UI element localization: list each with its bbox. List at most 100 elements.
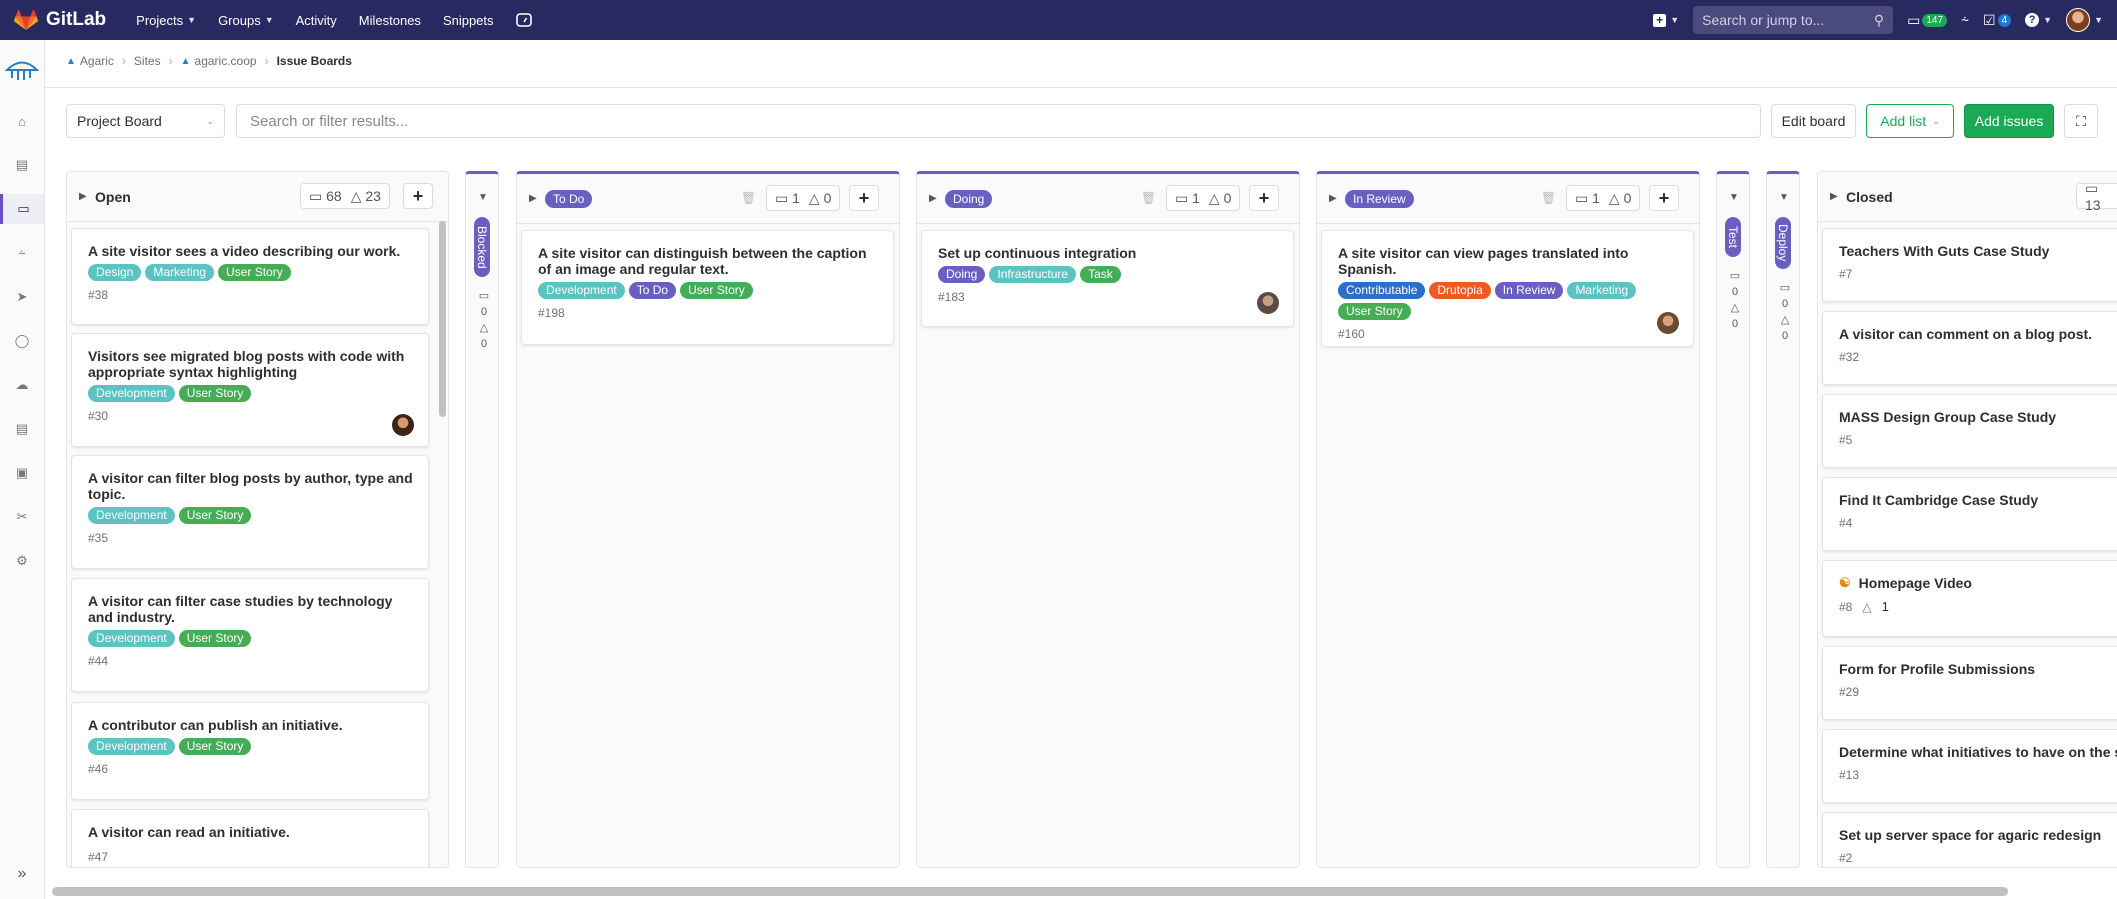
issue-card[interactable]: A contributor can publish an initiative.… <box>71 702 429 800</box>
label-todo[interactable]: To Do <box>628 282 677 299</box>
sidebar-item-repository[interactable]: ▤ <box>0 150 44 180</box>
fullscreen-button[interactable]: ⛶ <box>2064 104 2098 138</box>
label-user-story[interactable]: User Story <box>680 282 753 299</box>
issue-card[interactable]: A visitor can comment on a blog post. #3… <box>1822 311 2117 385</box>
issue-card[interactable]: MASS Design Group Case Study #5 <box>1822 394 2117 468</box>
caret-down-icon[interactable]: ▼ <box>478 192 488 203</box>
new-issue-button[interactable]: + <box>1649 185 1679 211</box>
board-horizontal-scrollbar[interactable] <box>52 887 2008 896</box>
new-issue-button[interactable]: + <box>849 185 879 211</box>
add-issues-button[interactable]: Add issues <box>1964 104 2054 138</box>
issue-title[interactable]: A visitor can comment on a blog post. <box>1839 326 2117 342</box>
issue-title[interactable]: Teachers With Guts Case Study <box>1839 243 2117 259</box>
trash-icon[interactable]: 🗑 <box>1541 191 1556 205</box>
caret-right-icon[interactable]: ▶ <box>79 191 95 202</box>
label-development[interactable]: Development <box>88 507 175 524</box>
label-marketing[interactable]: Marketing <box>145 264 215 281</box>
sidebar-item-merge-requests[interactable]: ⸞ <box>0 238 44 268</box>
issue-title[interactable]: Determine what initiatives to have on th… <box>1839 744 2117 760</box>
board-list-blocked[interactable]: ▼ Blocked ▭ 0 △ 0 <box>465 171 499 868</box>
label-development[interactable]: Development <box>88 385 175 402</box>
label-user-story[interactable]: User Story <box>178 630 252 647</box>
list-label-doing[interactable]: Doing <box>945 189 993 208</box>
performance-bar-button[interactable] <box>515 12 532 28</box>
add-list-button[interactable]: Add list ⌄ <box>1866 104 1954 138</box>
assignee-avatar[interactable] <box>1257 292 1279 314</box>
issue-title[interactable]: A site visitor sees a video describing o… <box>88 243 414 259</box>
new-issue-button[interactable]: + <box>403 183 433 209</box>
filter-search-input[interactable]: Search or filter results... <box>236 104 1761 138</box>
list-scrollbar[interactable] <box>439 221 446 417</box>
issue-card[interactable]: Teachers With Guts Case Study #7 <box>1822 228 2117 302</box>
nav-milestones[interactable]: Milestones <box>359 13 421 28</box>
label-marketing[interactable]: Marketing <box>1567 282 1637 299</box>
assignee-avatar[interactable] <box>392 414 414 436</box>
issue-card[interactable]: A site visitor can view pages translated… <box>1321 230 1694 347</box>
issue-title[interactable]: Form for Profile Submissions <box>1839 661 2117 677</box>
list-label-in-review[interactable]: In Review <box>1345 189 1414 208</box>
search-input[interactable]: Search or jump to... ⚲ <box>1693 6 1894 34</box>
issue-card[interactable]: A visitor can read an initiative. #47 <box>71 809 429 867</box>
sidebar-item-issues[interactable]: ▭ <box>0 194 44 224</box>
issue-title[interactable]: Find It Cambridge Case Study <box>1839 492 2117 508</box>
label-in-review[interactable]: In Review <box>1494 282 1564 299</box>
list-label-todo[interactable]: To Do <box>545 189 593 208</box>
caret-right-icon[interactable]: ▶ <box>1329 193 1345 204</box>
label-contributable[interactable]: Contributable <box>1338 282 1426 299</box>
label-user-story[interactable]: User Story <box>1338 303 1411 320</box>
issue-card[interactable]: Visitors see migrated blog posts with co… <box>71 333 429 447</box>
issue-card[interactable]: Find It Cambridge Case Study #4 <box>1822 477 2117 551</box>
label-development[interactable]: Development <box>88 630 175 647</box>
breadcrumb-agaric[interactable]: ▲ Agaric <box>66 54 114 68</box>
issue-title[interactable]: Set up server space for agaric redesign <box>1839 827 2117 843</box>
sidebar-item-security[interactable]: ◯ <box>0 326 44 356</box>
new-issue-button[interactable]: + <box>1249 185 1279 211</box>
caret-down-icon[interactable]: ▼ <box>1779 192 1789 203</box>
issue-title[interactable]: MASS Design Group Case Study <box>1839 409 2117 425</box>
nav-activity[interactable]: Activity <box>296 13 337 28</box>
issues-button[interactable]: ▭ 147 <box>1907 12 1948 29</box>
sidebar-item-packages[interactable]: ▤ <box>0 414 44 444</box>
issue-title[interactable]: A contributor can publish an initiative. <box>88 717 414 733</box>
caret-right-icon[interactable]: ▶ <box>929 193 945 204</box>
issue-card[interactable]: A visitor can filter blog posts by autho… <box>71 455 429 569</box>
issue-title[interactable]: A visitor can filter case studies by tec… <box>88 593 414 625</box>
issue-title[interactable]: A visitor can filter blog posts by autho… <box>88 470 414 502</box>
new-item-button[interactable]: + ▼ <box>1653 13 1679 27</box>
label-doing[interactable]: Doing <box>938 266 986 283</box>
board-list-deploy[interactable]: ▼ Deploy ▭ 0 △ 0 <box>1766 171 1800 868</box>
label-drutopia[interactable]: Drutopia <box>1429 282 1491 299</box>
label-user-story[interactable]: User Story <box>178 385 252 402</box>
issue-title[interactable]: A visitor can read an initiative. <box>88 824 414 840</box>
issue-title[interactable]: Set up continuous integration <box>938 245 1279 261</box>
issue-card[interactable]: Set up server space for agaric redesign … <box>1822 812 2117 867</box>
nav-snippets[interactable]: Snippets <box>443 13 494 28</box>
assignee-avatar[interactable] <box>1657 312 1679 334</box>
merge-requests-button[interactable]: ⸞ <box>1961 11 1969 30</box>
board-selector[interactable]: Project Board ⌄ <box>66 104 225 138</box>
project-avatar[interactable] <box>0 54 44 88</box>
sidebar-item-operations[interactable]: ☁ <box>0 370 44 400</box>
label-user-story[interactable]: User Story <box>178 738 252 755</box>
issue-card[interactable]: Set up continuous integration Doing Infra… <box>921 230 1294 327</box>
issue-card[interactable]: A visitor can filter case studies by tec… <box>71 578 429 692</box>
issue-title[interactable]: Homepage Video <box>1859 575 1972 591</box>
sidebar-item-cicd[interactable]: ➤ <box>0 282 44 312</box>
gitlab-logo[interactable]: GitLab <box>14 9 106 31</box>
board-list-test[interactable]: ▼ Test ▭ 0 △ 0 <box>1716 171 1750 868</box>
label-user-story[interactable]: User Story <box>178 507 252 524</box>
breadcrumb-current[interactable]: Issue Boards <box>277 54 352 68</box>
label-task[interactable]: Task <box>1080 266 1121 283</box>
label-infrastructure[interactable]: Infrastructure <box>989 266 1077 283</box>
label-development[interactable]: Development <box>88 738 175 755</box>
sidebar-item-snippets[interactable]: ✂ <box>0 502 44 532</box>
breadcrumb-sites[interactable]: Sites <box>134 54 161 68</box>
issue-title[interactable]: A site visitor can distinguish between t… <box>538 245 879 277</box>
label-user-story[interactable]: User Story <box>218 264 291 281</box>
help-button[interactable]: ? ▼ <box>2025 13 2052 27</box>
nav-projects[interactable]: Projects ▼ <box>136 13 196 28</box>
issue-title[interactable]: A site visitor can view pages translated… <box>1338 245 1679 277</box>
todos-button[interactable]: ☑ 4 <box>1983 12 2012 29</box>
sidebar-item-project[interactable]: ⌂ <box>0 106 44 136</box>
collapse-sidebar-button[interactable]: » <box>0 849 44 899</box>
